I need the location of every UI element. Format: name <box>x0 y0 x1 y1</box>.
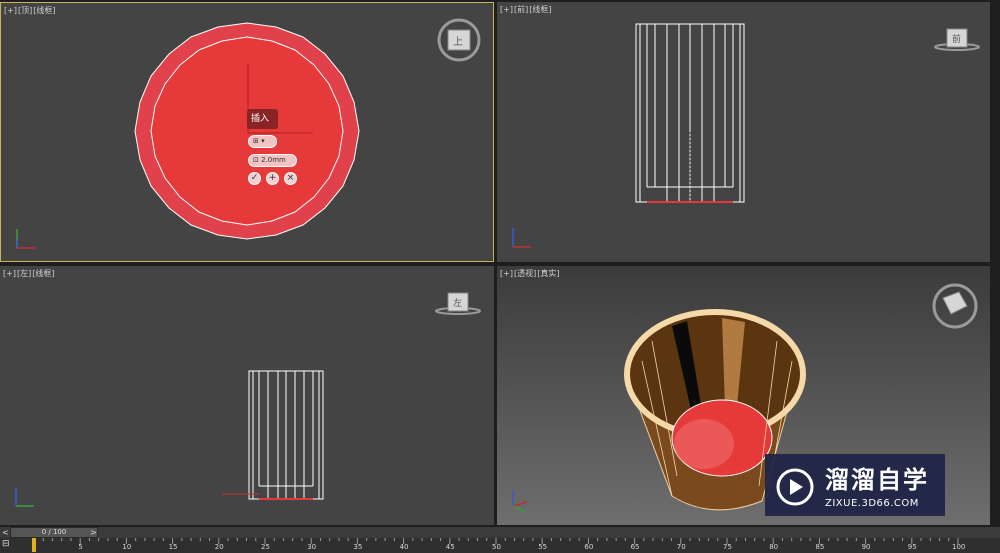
viewport-front[interactable]: [+][前][线框] 前 <box>497 2 990 262</box>
ruler-tick-label: 60 <box>584 543 594 551</box>
timeline-prev-button[interactable]: < <box>2 527 9 538</box>
ruler-tick-label: 45 <box>445 543 455 551</box>
viewcube-left-label[interactable]: 左 <box>453 296 462 309</box>
ruler-tick-label: 35 <box>353 543 363 551</box>
ruler-tick-label: 70 <box>676 543 686 551</box>
ruler-tick-label: 85 <box>815 543 825 551</box>
ruler-tick-label: 40 <box>399 543 409 551</box>
viewcube-front-label[interactable]: 前 <box>952 32 961 45</box>
group-icon: ⊞ <box>253 137 259 145</box>
ruler-tick-label: 25 <box>261 543 270 551</box>
chevron-down-icon: ▾ <box>261 137 265 145</box>
ruler-tick-label: 100 <box>952 543 966 551</box>
play-logo-icon <box>776 468 814 506</box>
ruler-tick-label: 20 <box>214 543 224 551</box>
ruler-tick-label: 75 <box>723 543 732 551</box>
plus-icon: + <box>268 173 277 183</box>
check-icon: ✓ <box>250 173 259 183</box>
amount-icon: ⊡ <box>253 156 259 164</box>
caddy-title: 插入 <box>247 109 278 129</box>
ruler-tick-label: 65 <box>630 543 640 551</box>
ruler-tick-label: 5 <box>78 543 83 551</box>
timeline[interactable]: < 0 / 100 > ⊟ 5 10 15 20 25 30 35 40 45 50 55 60 65 7… <box>0 527 1000 553</box>
timeline-next-button[interactable]: > <box>90 527 97 538</box>
watermark-url: ZIXUE.3D66.COM <box>825 498 919 509</box>
ruler-tick-label: 15 <box>168 543 178 551</box>
time-slider-frame: 0 / 100 <box>41 528 67 536</box>
ruler-tick-label: 80 <box>769 543 779 551</box>
cup-rim-inner <box>150 36 344 226</box>
close-icon: × <box>286 173 295 183</box>
caddy-cancel-button[interactable]: × <box>284 172 297 185</box>
ruler-tick-label: 10 <box>122 543 132 551</box>
ruler-tick-label: 50 <box>492 543 501 551</box>
ruler-tick-label: 55 <box>538 543 548 551</box>
front-view-geometry <box>512 23 980 248</box>
caddy-apply-button[interactable]: + <box>266 172 279 185</box>
ruler-tick-label: 95 <box>907 543 917 551</box>
left-view-geometry <box>15 292 481 507</box>
viewport-left[interactable]: [+][左][线框] 左 <box>0 266 494 525</box>
caddy-mode-dropdown[interactable]: ⊞ ▾ <box>248 135 277 148</box>
watermark: 溜溜自学 ZIXUE.3D66.COM <box>765 454 945 516</box>
top-view-geometry <box>16 18 481 249</box>
ruler-tick-label: 30 <box>307 543 317 551</box>
timeline-ruler[interactable]: ⊟ 5 10 15 20 25 30 35 40 45 50 55 60 65 70 75 80 85 90 95 1… <box>0 538 1000 553</box>
viewcube-top-label[interactable]: 上 <box>453 33 463 48</box>
time-slider[interactable]: 0 / 100 <box>10 527 98 538</box>
caddy-ok-button[interactable]: ✓ <box>248 172 261 185</box>
ruler-tick-label: 90 <box>861 543 871 551</box>
watermark-title: 溜溜自学 <box>825 466 929 494</box>
viewport-top[interactable]: [+][顶][线框] 上 插入 ⊞ ▾ ⊡ 2.0mm ✓ + × <box>0 2 494 262</box>
caddy-amount-value: 2.0mm <box>261 156 286 164</box>
caddy-amount-field[interactable]: ⊡ 2.0mm <box>248 154 297 167</box>
current-frame-marker <box>32 538 36 552</box>
